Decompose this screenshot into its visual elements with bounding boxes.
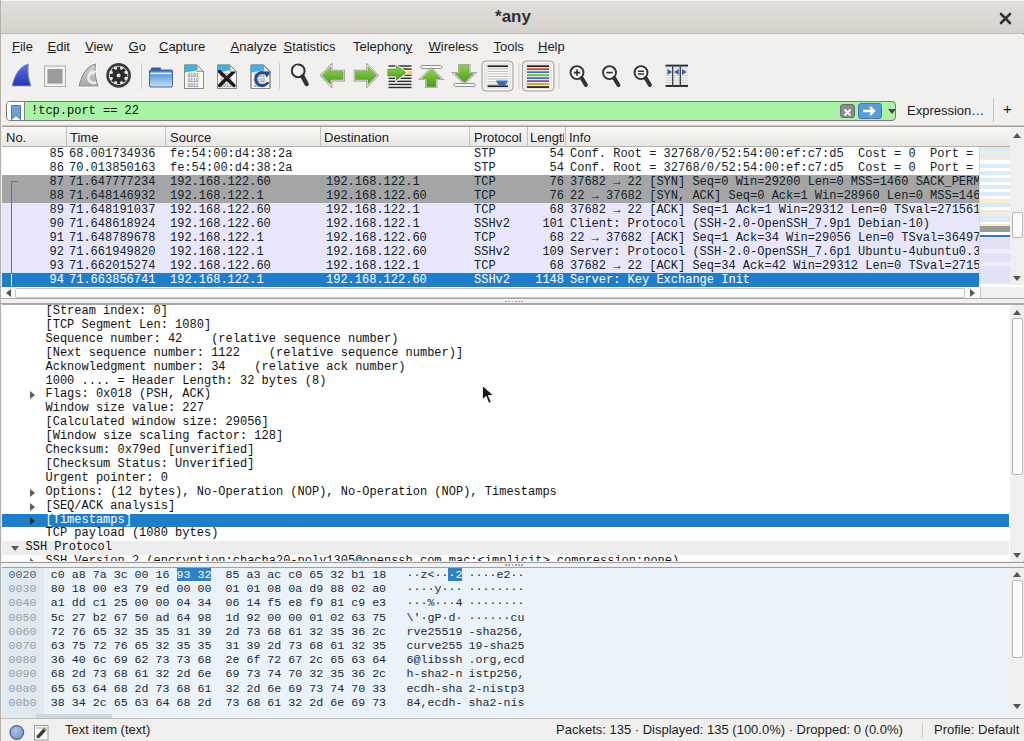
svg-text:0011: 0011 [188, 83, 199, 88]
